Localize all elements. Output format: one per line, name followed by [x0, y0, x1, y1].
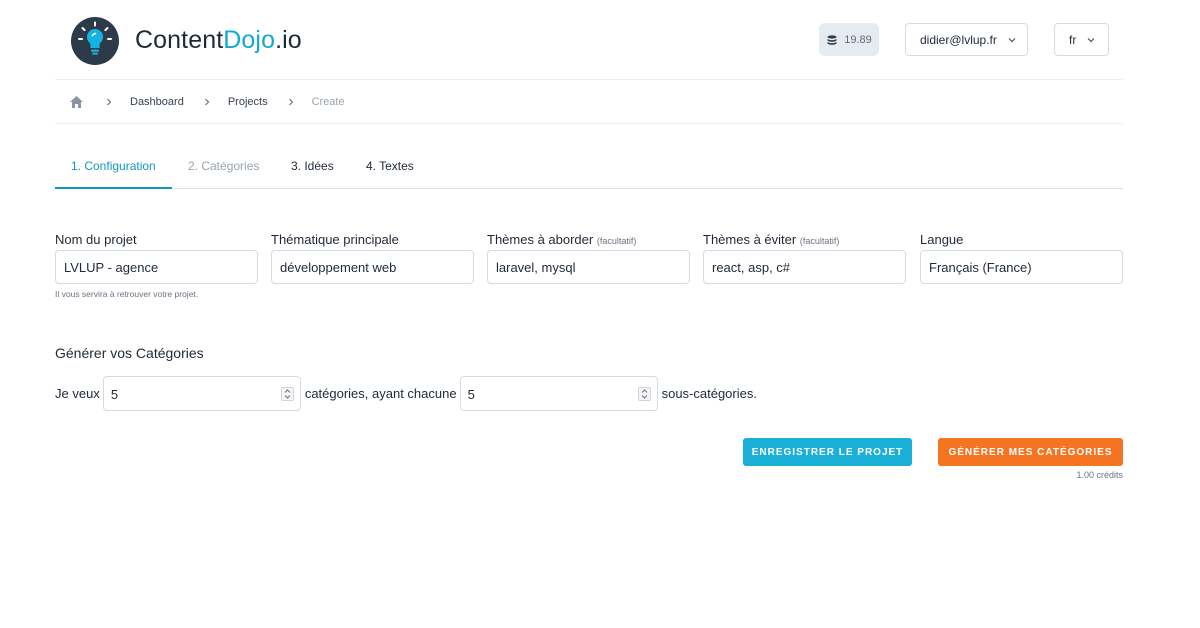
tab-texts[interactable]: 4. Textes [350, 150, 430, 189]
project-name-field: Nom du projet Il vous servira à retrouve… [55, 232, 258, 299]
tab-categories: 2. Catégories [188, 159, 260, 173]
language-label: Langue [920, 232, 964, 247]
home-icon[interactable] [69, 95, 84, 109]
project-name-label: Nom du projet [55, 232, 137, 247]
up-down-arrows-icon [284, 389, 291, 399]
themes-avoid-label-text: Thèmes à éviter [703, 232, 797, 247]
top-header: ContentDojo.io 19.89 didier@lvlup.fr fr [55, 0, 1123, 80]
subcategories-count-value: 5 [467, 387, 475, 402]
credits-badge: 19.89 [819, 23, 879, 56]
themes-include-label-text: Thèmes à aborder [487, 232, 594, 247]
generate-suffix: sous-catégories. [661, 386, 757, 401]
language-input[interactable] [920, 250, 1123, 284]
generate-middle: catégories, ayant chacune [304, 386, 457, 401]
themes-avoid-label: Thèmes à éviter (facultatif) [703, 232, 906, 249]
brand-name[interactable]: ContentDojo.io [135, 26, 302, 55]
themes-avoid-field: Thèmes à éviter (facultatif) [703, 232, 906, 284]
brand-suffix: .io [275, 26, 302, 54]
categories-count-value: 5 [110, 387, 119, 402]
chevron-right-icon [107, 98, 112, 105]
breadcrumb: Dashboard Projects Create [55, 80, 1123, 124]
categories-count-input[interactable]: 5 [102, 376, 301, 411]
generation-cost: 1.00 crédits [1076, 470, 1123, 480]
credits-value: 19.89 [844, 33, 872, 46]
brand-accent: Dojo [223, 26, 276, 54]
step-tabs: 1. Configuration 2. Catégories 3. Idées … [55, 150, 1123, 189]
coins-icon [827, 34, 837, 45]
themes-include-optional: (facultatif) [596, 236, 637, 246]
themes-include-input[interactable] [487, 250, 690, 284]
main-theme-input[interactable] [271, 250, 474, 284]
subcategories-count-input[interactable]: 5 [459, 376, 658, 411]
main-theme-label: Thématique principale [271, 232, 399, 247]
themes-include-field: Thèmes à aborder (facultatif) [487, 232, 690, 284]
chevron-right-icon [288, 98, 293, 105]
language-field: Langue [920, 232, 1123, 284]
main-theme-field: Thématique principale [271, 232, 474, 284]
generate-row: Je veux 5 catégories, ayant chacune 5 so… [55, 376, 757, 411]
chevron-down-icon [1008, 37, 1016, 42]
tab-ideas[interactable]: 3. Idées [275, 150, 350, 189]
generate-prefix: Je veux [55, 386, 100, 401]
themes-avoid-input[interactable] [703, 250, 906, 284]
user-menu-dropdown[interactable]: didier@lvlup.fr [905, 23, 1028, 56]
categories-count-spinner[interactable] [280, 387, 294, 401]
language-code: fr [1069, 32, 1077, 47]
breadcrumb-create: Create [311, 95, 345, 108]
generate-section-title: Générer vos Catégories [55, 345, 204, 361]
up-down-arrows-icon [641, 389, 647, 399]
chevron-down-icon [1087, 37, 1095, 42]
save-project-button[interactable]: ENREGISTRER LE PROJET [743, 438, 912, 466]
brand-primary: Content [135, 26, 224, 54]
language-dropdown[interactable]: fr [1054, 23, 1109, 56]
lightbulb-logo-icon[interactable] [71, 17, 119, 65]
user-email: didier@lvlup.fr [920, 32, 997, 47]
tab-configuration[interactable]: 1. Configuration [55, 150, 172, 189]
project-name-input[interactable] [55, 250, 258, 284]
chevron-right-icon [204, 98, 210, 105]
themes-include-label: Thèmes à aborder (facultatif) [487, 232, 690, 249]
breadcrumb-projects[interactable]: Projects [228, 96, 268, 108]
subcategories-count-spinner[interactable] [637, 387, 651, 401]
generate-categories-button[interactable]: GÉNÉRER MES CATÉGORIES [938, 438, 1123, 466]
project-name-help: Il vous servira à retrouver votre projet… [55, 289, 199, 299]
themes-avoid-optional: (facultatif) [799, 236, 840, 246]
breadcrumb-dashboard[interactable]: Dashboard [130, 96, 184, 108]
